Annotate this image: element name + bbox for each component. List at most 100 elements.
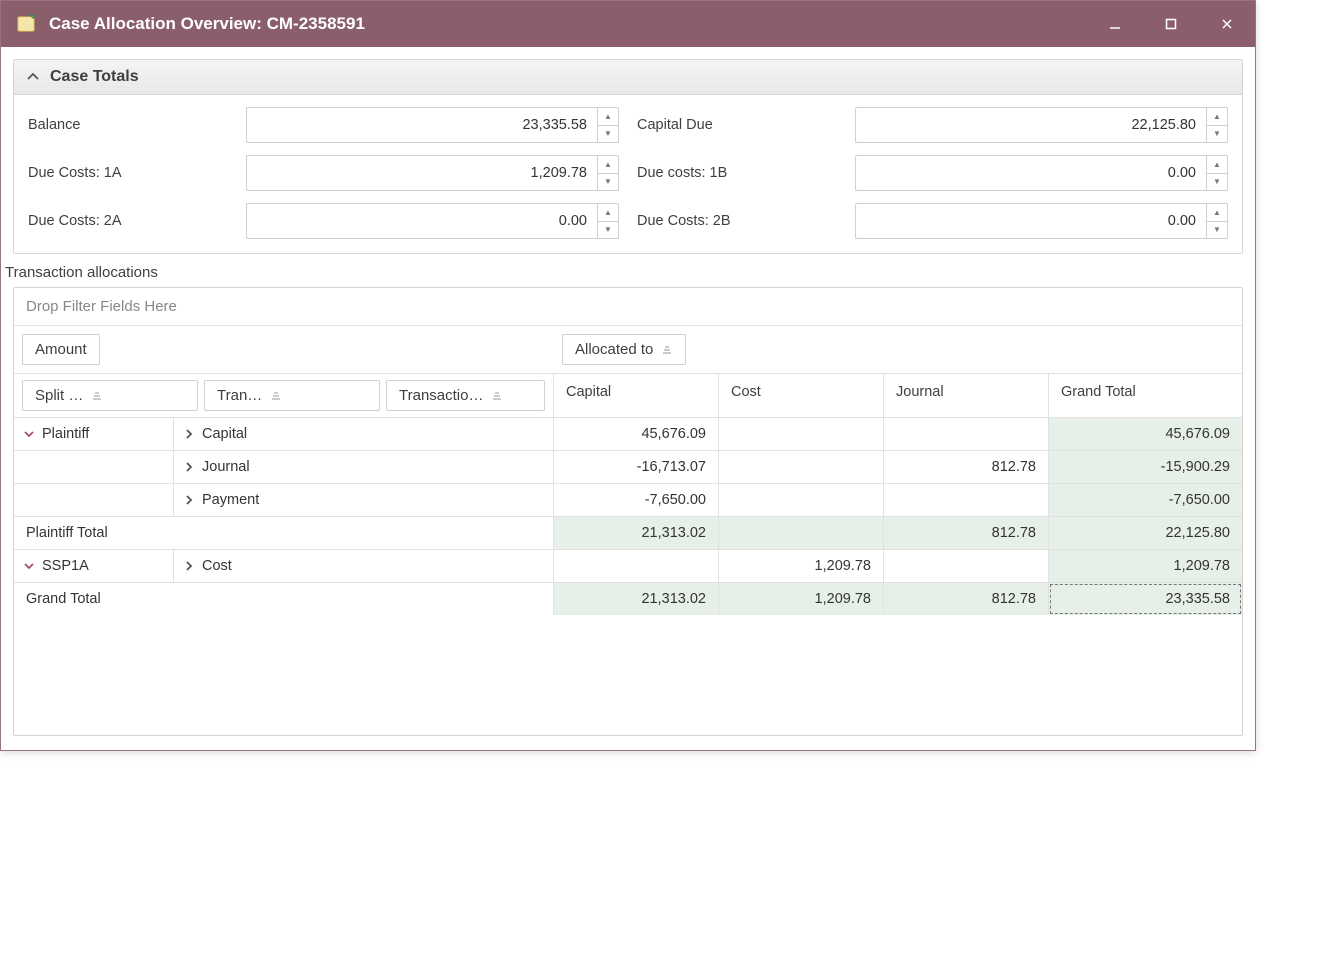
data-field-chip[interactable]: Amount — [22, 334, 100, 365]
spinner-icon[interactable]: ▲▼ — [597, 156, 618, 190]
data-cell[interactable] — [719, 451, 884, 483]
data-cell[interactable]: 23,335.58 — [1049, 583, 1242, 615]
maximize-button[interactable] — [1143, 1, 1199, 47]
grand-total-label: Grand Total — [14, 583, 554, 615]
row-subgroup-label: Journal — [202, 459, 250, 475]
sort-icon — [91, 390, 103, 402]
case-totals-toggle[interactable]: Case Totals — [14, 60, 1242, 95]
data-cell[interactable] — [719, 484, 884, 516]
row-group-toggle[interactable]: SSP1A — [14, 550, 174, 582]
app-icon — [15, 13, 37, 35]
row-group-toggle[interactable]: Plaintiff — [14, 418, 174, 450]
data-cell[interactable]: -7,650.00 — [554, 484, 719, 516]
due-costs-2a-input[interactable]: 0.00 ▲▼ — [246, 203, 619, 239]
row-group-spacer — [14, 484, 174, 516]
pivot-body: PlaintiffCapital45,676.0945,676.09Journa… — [14, 418, 1242, 615]
data-cell[interactable] — [719, 517, 884, 549]
grand-total-row: Grand Total21,313.021,209.78812.7823,335… — [14, 583, 1242, 615]
capital-due-input[interactable]: 22,125.80 ▲▼ — [855, 107, 1228, 143]
balance-input[interactable]: 23,335.58 ▲▼ — [246, 107, 619, 143]
row-field-chip-tran[interactable]: Tran… — [204, 380, 380, 411]
row-subgroup-toggle[interactable]: Payment — [174, 484, 553, 516]
minimize-button[interactable] — [1087, 1, 1143, 47]
balance-label: Balance — [28, 117, 228, 133]
chevron-right-icon[interactable] — [184, 561, 194, 571]
row-subgroup-label: Payment — [202, 492, 259, 508]
col-header-journal[interactable]: Journal — [884, 374, 1049, 417]
sort-icon — [270, 390, 282, 402]
due-costs-2b-input[interactable]: 0.00 ▲▼ — [855, 203, 1228, 239]
chip-label: Tran… — [217, 387, 262, 404]
due-costs-1b-label: Due costs: 1B — [637, 165, 837, 181]
row-group-label: Plaintiff — [42, 426, 89, 442]
row-subgroup-toggle[interactable]: Capital — [174, 418, 553, 450]
pivot-grid: Drop Filter Fields Here Amount Allocated… — [13, 287, 1243, 736]
col-header-grand-total[interactable]: Grand Total — [1049, 374, 1242, 417]
sort-icon — [661, 344, 673, 356]
table-row: Payment -7,650.00 -7,650.00 — [14, 484, 1242, 517]
due-costs-2b-label: Due Costs: 2B — [637, 213, 837, 229]
table-row: PlaintiffCapital45,676.0945,676.09 — [14, 418, 1242, 451]
due-costs-1b-input[interactable]: 0.00 ▲▼ — [855, 155, 1228, 191]
window-controls — [1087, 1, 1255, 47]
due-costs-1a-input[interactable]: 1,209.78 ▲▼ — [246, 155, 619, 191]
col-header-capital[interactable]: Capital — [554, 374, 719, 417]
data-cell[interactable] — [884, 484, 1049, 516]
chevron-right-icon[interactable] — [184, 429, 194, 439]
chip-label: Split … — [35, 387, 83, 404]
table-row: Journal -16,713.07 812.78-15,900.29 — [14, 451, 1242, 484]
data-cell[interactable]: 45,676.09 — [1049, 418, 1242, 450]
spinner-icon[interactable]: ▲▼ — [1206, 156, 1227, 190]
case-totals-panel: Case Totals Balance 23,335.58 ▲▼ Capital… — [13, 59, 1243, 254]
data-cell[interactable]: 21,313.02 — [554, 517, 719, 549]
data-cell[interactable]: 1,209.78 — [719, 550, 884, 582]
row-subgroup-label: Cost — [202, 558, 232, 574]
chevron-right-icon[interactable] — [184, 495, 194, 505]
data-cell[interactable]: 812.78 — [884, 451, 1049, 483]
data-cell[interactable]: -16,713.07 — [554, 451, 719, 483]
row-field-chip-split[interactable]: Split … — [22, 380, 198, 411]
data-cell[interactable]: 21,313.02 — [554, 583, 719, 615]
chevron-up-icon — [26, 70, 40, 84]
due-costs-1b-value: 0.00 — [856, 156, 1206, 190]
spinner-icon[interactable]: ▲▼ — [597, 108, 618, 142]
capital-due-value: 22,125.80 — [856, 108, 1206, 142]
data-cell[interactable]: 812.78 — [884, 583, 1049, 615]
data-cell[interactable] — [884, 418, 1049, 450]
pivot-empty-area — [14, 615, 1242, 735]
pivot-field-area-top: Amount Allocated to — [14, 326, 1242, 374]
due-costs-1a-value: 1,209.78 — [247, 156, 597, 190]
subtotal-row: Plaintiff Total21,313.02812.7822,125.80 — [14, 517, 1242, 550]
col-header-cost[interactable]: Cost — [719, 374, 884, 417]
panel-title: Case Totals — [50, 68, 139, 86]
row-field-chip-transaction[interactable]: Transactio… — [386, 380, 545, 411]
data-cell[interactable]: 1,209.78 — [719, 583, 884, 615]
close-button[interactable] — [1199, 1, 1255, 47]
chevron-down-icon[interactable] — [24, 561, 34, 571]
window-title: Case Allocation Overview: CM-2358591 — [49, 14, 365, 34]
data-cell[interactable]: 812.78 — [884, 517, 1049, 549]
pivot-header-row: Split … Tran… Transactio… Capital Cost J… — [14, 374, 1242, 418]
spinner-icon[interactable]: ▲▼ — [1206, 108, 1227, 142]
data-cell[interactable] — [719, 418, 884, 450]
chevron-down-icon[interactable] — [24, 429, 34, 439]
data-cell[interactable]: 22,125.80 — [1049, 517, 1242, 549]
spinner-icon[interactable]: ▲▼ — [597, 204, 618, 238]
row-subgroup-toggle[interactable]: Cost — [174, 550, 553, 582]
data-cell[interactable]: 1,209.78 — [1049, 550, 1242, 582]
column-field-chip[interactable]: Allocated to — [562, 334, 686, 365]
data-cell[interactable] — [554, 550, 719, 582]
data-cell[interactable]: -7,650.00 — [1049, 484, 1242, 516]
row-group-spacer — [14, 451, 174, 483]
row-subgroup-toggle[interactable]: Journal — [174, 451, 553, 483]
sort-icon — [491, 390, 503, 402]
data-cell[interactable]: -15,900.29 — [1049, 451, 1242, 483]
data-cell[interactable]: 45,676.09 — [554, 418, 719, 450]
chip-label: Transactio… — [399, 387, 483, 404]
spinner-icon[interactable]: ▲▼ — [1206, 204, 1227, 238]
chevron-right-icon[interactable] — [184, 462, 194, 472]
due-costs-2a-label: Due Costs: 2A — [28, 213, 228, 229]
data-cell[interactable] — [884, 550, 1049, 582]
pivot-filter-drop-area[interactable]: Drop Filter Fields Here — [14, 288, 1242, 326]
section-label: Transaction allocations — [5, 264, 1241, 281]
